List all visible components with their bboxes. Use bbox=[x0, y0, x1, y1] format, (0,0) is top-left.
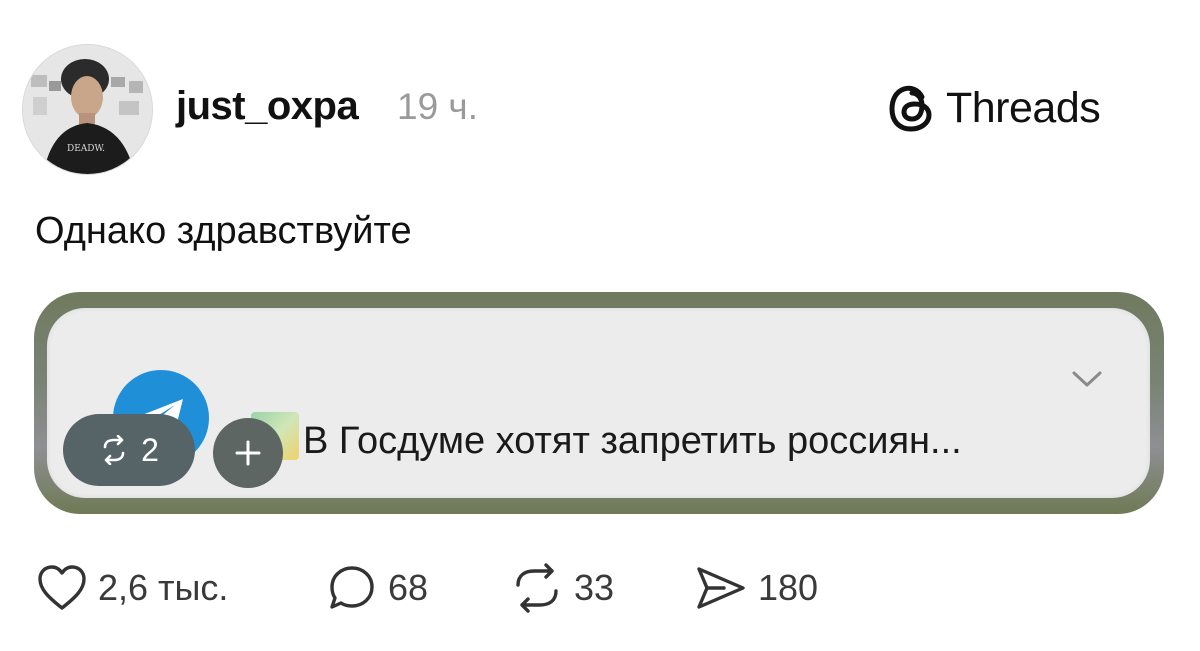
repost-icon bbox=[103, 435, 125, 465]
username[interactable]: just_oxpa bbox=[176, 84, 359, 129]
brand-name: Threads bbox=[946, 83, 1101, 132]
repost-chip-count: 2 bbox=[141, 431, 159, 468]
repost-icon bbox=[516, 563, 558, 613]
post-header: DEADW. just_oxpa 19 ч. Threads bbox=[0, 0, 1200, 190]
repost-count: 33 bbox=[574, 567, 615, 608]
send-icon bbox=[697, 567, 745, 609]
avatar-shirt-text: DEADW. bbox=[67, 144, 105, 154]
avatar-photo: DEADW. bbox=[23, 45, 152, 174]
post-time: 19 ч. bbox=[397, 86, 478, 127]
post-actions: 2,6 тыс. 68 33 180 bbox=[0, 555, 1200, 625]
post-text: Однако здравствуйте bbox=[35, 210, 412, 252]
notification-text: В Госдуме хотят запретить россиян... bbox=[303, 420, 962, 462]
reply-button[interactable]: 68 bbox=[326, 563, 428, 613]
repost-button[interactable]: 33 bbox=[510, 563, 614, 613]
reply-count: 68 bbox=[388, 567, 429, 608]
like-button[interactable]: 2,6 тыс. bbox=[36, 563, 228, 613]
chevron-down-icon bbox=[1069, 368, 1105, 390]
share-count: 180 bbox=[758, 567, 819, 608]
repost-count-chip[interactable]: 2 bbox=[63, 414, 195, 486]
plus-icon bbox=[235, 440, 261, 466]
add-button[interactable] bbox=[213, 418, 283, 488]
threads-icon bbox=[889, 85, 932, 132]
like-count: 2,6 тыс. bbox=[98, 567, 229, 608]
comment-icon bbox=[330, 566, 374, 609]
heart-icon bbox=[38, 565, 86, 610]
threads-logo: Threads bbox=[888, 82, 1101, 134]
share-button[interactable]: 180 bbox=[694, 563, 818, 613]
notification-banner: В Госдуме хотят запретить россиян... bbox=[47, 308, 1150, 498]
avatar[interactable]: DEADW. bbox=[22, 44, 153, 175]
embedded-screenshot[interactable]: В Госдуме хотят запретить россиян... bbox=[34, 292, 1164, 514]
